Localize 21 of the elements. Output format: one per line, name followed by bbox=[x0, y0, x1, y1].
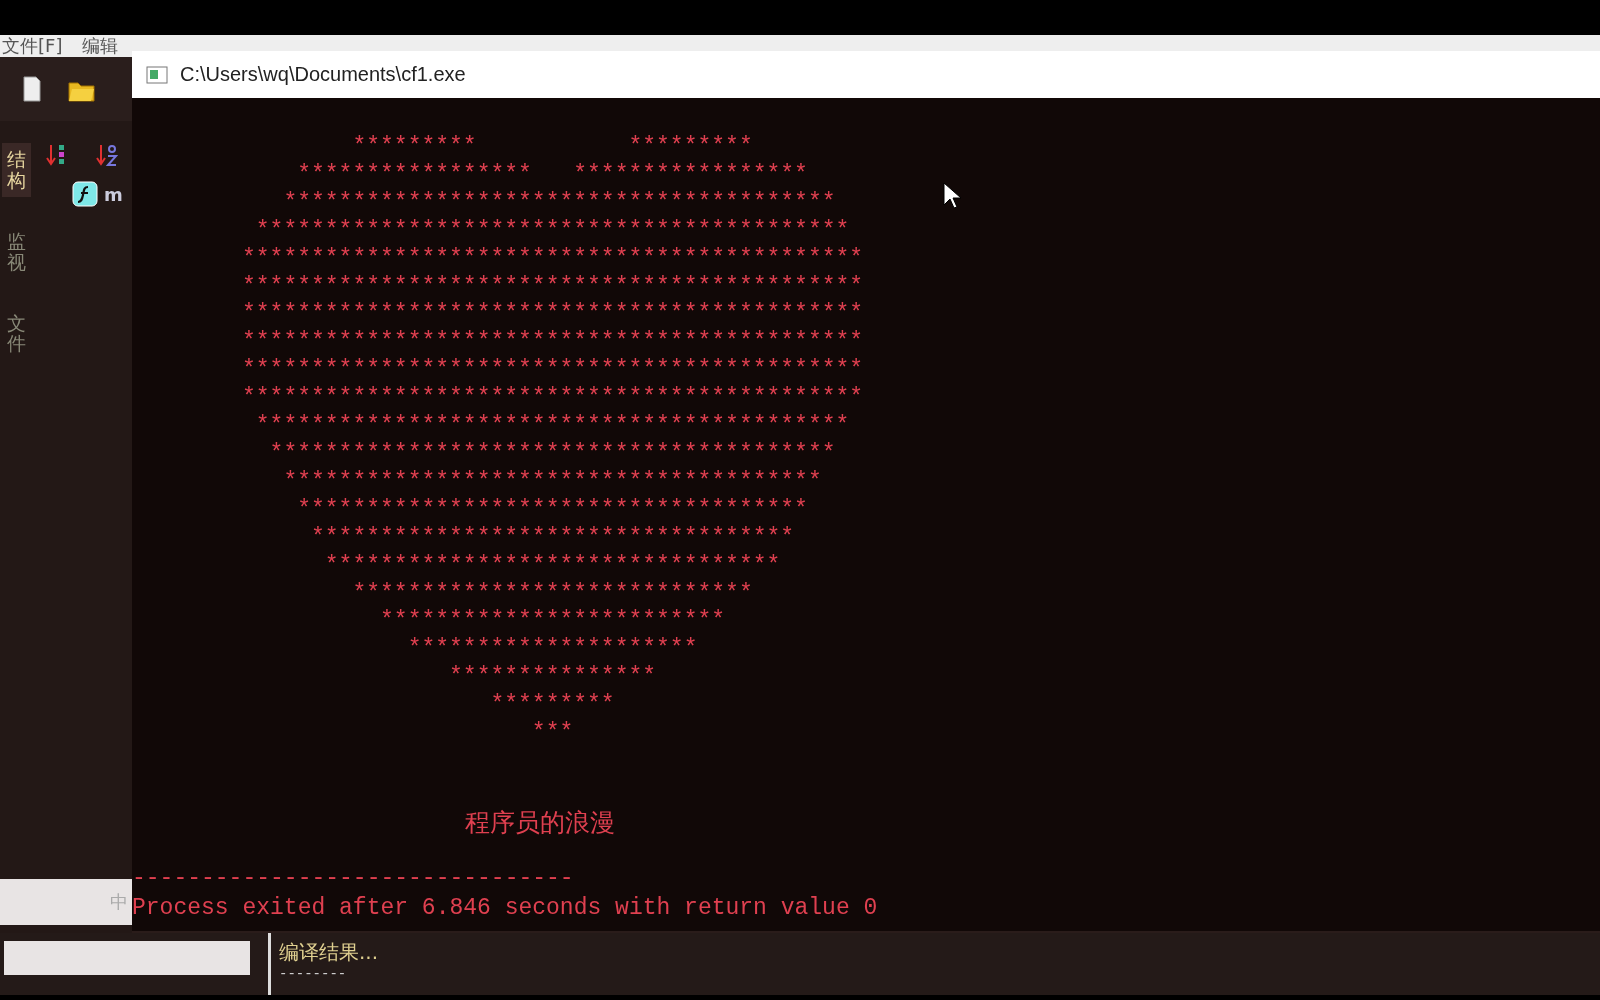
mouse-cursor-icon bbox=[943, 182, 963, 210]
ascii-heart: ********* ********* ***************** ***************** **************************************** ******************************************* ********************************************* ********************************************* ********************************************* ********************************************* ********************************************* ********************************************* ******************************************* ***************************************** *************************************** ************************************* *********************************** ********************************* ***************************** ************************* ********************* *************** ********* *** bbox=[242, 134, 864, 748]
input-field[interactable] bbox=[4, 941, 250, 975]
window-title: C:\Users\wq\Documents\cf1.exe bbox=[180, 63, 466, 86]
sort-alpha-icon bbox=[96, 143, 118, 167]
function-icon bbox=[72, 181, 98, 207]
panel-title: 编译结果... bbox=[279, 939, 379, 966]
side-tab[interactable]: 文件 bbox=[1, 306, 31, 361]
console-line: -------------------------------- bbox=[132, 864, 574, 891]
ime-indicator: 中 bbox=[0, 879, 132, 925]
console-line: 程序员的浪漫 bbox=[465, 806, 615, 839]
menu-item[interactable]: 编辑 bbox=[82, 35, 119, 57]
menu-item[interactable]: 文件[F] bbox=[2, 35, 63, 57]
side-tab[interactable]: 监视 bbox=[1, 224, 31, 279]
panel-line: -------- bbox=[279, 966, 348, 982]
new-file-icon bbox=[22, 75, 42, 103]
tree-item[interactable]: m bbox=[104, 183, 123, 205]
side-tab[interactable]: 结构 bbox=[1, 143, 31, 197]
window-icon bbox=[146, 65, 168, 84]
console-line: Process exited after 6.846 seconds with return value 0 bbox=[132, 894, 878, 921]
sort-icon bbox=[46, 143, 66, 167]
